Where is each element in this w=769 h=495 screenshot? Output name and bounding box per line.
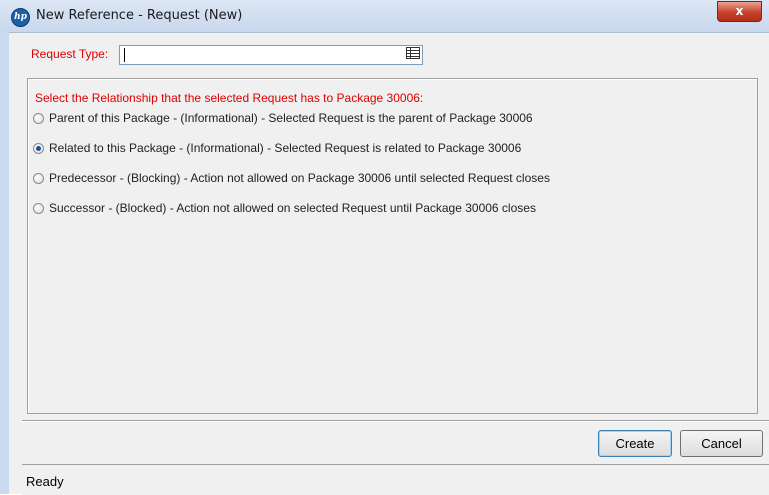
option-successor-label: Successor - (Blocked) - Action not allow… — [49, 201, 536, 215]
option-related[interactable]: Related to this Package - (Informational… — [33, 139, 521, 157]
radio-predecessor[interactable] — [33, 172, 44, 184]
status-bar: Ready — [22, 464, 769, 495]
dialog-content: Request Type: Select the Relationship th… — [9, 33, 769, 495]
option-successor[interactable]: Successor - (Blocked) - Action not allow… — [33, 199, 536, 217]
window-frame-left — [0, 32, 9, 494]
relationship-group: Select the Relationship that the selecte… — [27, 78, 758, 414]
option-parent[interactable]: Parent of this Package - (Informational)… — [33, 109, 533, 127]
option-parent-label: Parent of this Package - (Informational)… — [49, 111, 533, 125]
cancel-button[interactable]: Cancel — [680, 430, 763, 457]
create-button[interactable]: Create — [598, 430, 672, 457]
window-title: New Reference - Request (New) — [36, 8, 243, 23]
option-related-label: Related to this Package - (Informational… — [49, 141, 522, 155]
request-type-input[interactable] — [119, 45, 423, 65]
lookup-list-icon[interactable] — [406, 47, 420, 59]
dialog-window: hp New Reference - Request (New) x Reque… — [0, 0, 769, 495]
title-bar[interactable]: hp New Reference - Request (New) x — [0, 0, 769, 33]
request-type-label: Request Type: — [31, 47, 109, 61]
radio-successor[interactable] — [33, 202, 44, 214]
button-divider — [22, 420, 769, 422]
text-caret — [124, 48, 125, 62]
radio-parent[interactable] — [33, 112, 44, 124]
relationship-prompt: Select the Relationship that the selecte… — [35, 91, 424, 105]
radio-related[interactable] — [33, 142, 44, 154]
status-text: Ready — [26, 474, 64, 489]
option-predecessor-label: Predecessor - (Blocking) - Action not al… — [49, 171, 550, 185]
option-predecessor[interactable]: Predecessor - (Blocking) - Action not al… — [33, 169, 550, 187]
hp-icon: hp — [11, 8, 30, 27]
close-button[interactable]: x — [717, 1, 762, 22]
